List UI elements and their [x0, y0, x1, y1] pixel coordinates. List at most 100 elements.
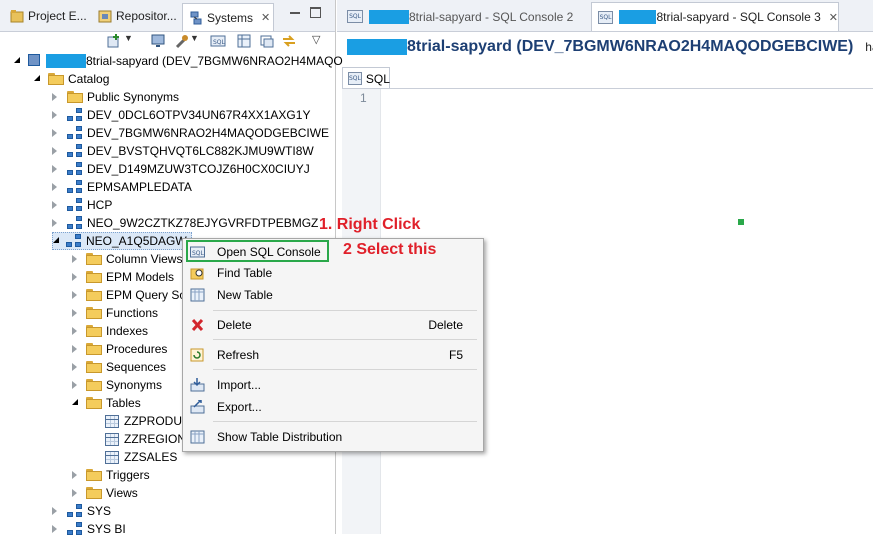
table-icon [105, 432, 119, 446]
tree-item-column-views[interactable]: Column Views [72, 250, 182, 268]
tab-systems[interactable]: Systems ✕ [182, 3, 274, 31]
menu-label: Delete [217, 318, 252, 332]
chevron-down-icon[interactable]: ▼ [124, 33, 136, 49]
tab-sql-console-3[interactable]: SQL 8trial-sapyard - SQL Console 3 ✕ [591, 2, 839, 31]
tree-item-schema[interactable]: NEO_9W2CZTKZ78EJYGVRFDTPEBMGZ [52, 214, 318, 232]
view-tab-bar: Project E... Repositor... Systems ✕ [0, 0, 335, 32]
minimize-icon[interactable] [290, 12, 300, 14]
chevron-down-icon[interactable]: ▼ [190, 33, 202, 49]
collapse-arrow-icon[interactable] [52, 165, 57, 173]
tree-item-triggers[interactable]: Triggers [72, 466, 150, 484]
tree-item-schema[interactable]: EPMSAMPLEDATA [52, 178, 192, 196]
menu-item-new-table[interactable]: New Table [183, 284, 483, 306]
collapse-arrow-icon[interactable] [72, 489, 77, 497]
menu-item-show-table-distribution[interactable]: Show Table Distribution [183, 426, 483, 448]
collapse-arrow-icon[interactable] [52, 147, 57, 155]
tree-item-epm-models[interactable]: EPM Models [72, 268, 174, 286]
tree-root-system[interactable]: 8trial-sapyard (DEV_7BGMW6NRAO2H4MAQO [14, 52, 343, 70]
expand-arrow-icon[interactable] [34, 75, 40, 81]
collapse-all-icon[interactable] [259, 33, 275, 49]
tree-item-views[interactable]: Views [72, 484, 138, 502]
tab-label: SQL [365, 71, 390, 86]
expand-arrow-icon[interactable] [72, 399, 78, 405]
tree-item-table[interactable]: ZZPRODUC [105, 412, 191, 430]
menu-item-export[interactable]: Export... [183, 396, 483, 418]
schema-icon [67, 216, 83, 230]
tree-label: Catalog [68, 72, 110, 86]
collapse-arrow-icon[interactable] [52, 525, 57, 533]
tree-item-catalog[interactable]: Catalog [34, 70, 109, 88]
collapse-arrow-icon[interactable] [72, 363, 77, 371]
tree-item-schema[interactable]: DEV_0DCL6OTPV34UN67R4XX1AXG1Y [52, 106, 310, 124]
collapse-arrow-icon[interactable] [52, 93, 57, 101]
tab-sql[interactable]: SQL SQL [342, 67, 390, 89]
sql-console-icon[interactable]: SQL [210, 33, 226, 49]
collapse-arrow-icon[interactable] [52, 507, 57, 515]
close-icon[interactable]: ✕ [261, 11, 270, 24]
tools-icon[interactable] [174, 33, 190, 49]
delete-icon [190, 318, 205, 332]
collapse-arrow-icon[interactable] [72, 291, 77, 299]
collapse-arrow-icon[interactable] [52, 183, 57, 191]
collapse-arrow-icon[interactable] [72, 273, 77, 281]
tab-label: 8trial-sapyard - SQL Console 2 [409, 9, 574, 24]
menu-item-delete[interactable]: Delete Delete [183, 314, 483, 336]
add-system-icon[interactable] [106, 33, 122, 49]
expand-arrow-icon[interactable] [14, 57, 20, 63]
tree-item-table[interactable]: ZZSALES [105, 448, 177, 466]
sql-console-icon: SQL [347, 10, 363, 23]
tree-item-functions[interactable]: Functions [72, 304, 158, 322]
collapse-arrow-icon[interactable] [72, 255, 77, 263]
tree-item-schema[interactable]: DEV_BVSTQHVQT6LC882KJMU9WTI8W [52, 142, 314, 160]
view-menu-icon[interactable]: ▽ [312, 33, 324, 49]
tab-project-explorer[interactable]: Project E... [4, 4, 88, 28]
tree-label: Public Synonyms [87, 90, 180, 104]
collapse-arrow-icon[interactable] [52, 129, 57, 137]
collapse-arrow-icon[interactable] [52, 219, 57, 227]
menu-item-find-table[interactable]: Find Table [183, 262, 483, 284]
collapse-arrow-icon[interactable] [72, 309, 77, 317]
tree-item-tables[interactable]: Tables [72, 394, 141, 412]
monitor-icon[interactable] [150, 33, 166, 49]
tree-item-sequences[interactable]: Sequences [72, 358, 166, 376]
tree-item-indexes[interactable]: Indexes [72, 322, 148, 340]
refresh-icon [190, 348, 205, 362]
tree-item-table[interactable]: ZZREGION [105, 430, 186, 448]
collapse-arrow-icon[interactable] [72, 345, 77, 353]
menu-label: Refresh [217, 348, 260, 362]
tree-item-procedures[interactable]: Procedures [72, 340, 167, 358]
maximize-icon[interactable] [310, 7, 321, 18]
expand-arrow-icon[interactable] [53, 237, 59, 243]
link-with-editor-icon[interactable] [281, 33, 297, 49]
menu-item-import[interactable]: Import... [183, 374, 483, 396]
tree-item-selected-schema[interactable]: NEO_A1Q5DAGW [52, 232, 192, 250]
collapse-arrow-icon[interactable] [52, 111, 57, 119]
tab-repositories[interactable]: Repositor... [92, 4, 180, 28]
tree-item-epm-query-sources[interactable]: EPM Query So [72, 286, 186, 304]
collapse-arrow-icon[interactable] [52, 201, 57, 209]
tree-item-schema[interactable]: SYS [52, 502, 111, 520]
menu-item-refresh[interactable]: Refresh F5 [183, 344, 483, 366]
menu-accelerator: Delete [428, 318, 463, 332]
tab-sql-console-2[interactable]: SQL 8trial-sapyard - SQL Console 2 [341, 5, 585, 28]
schema-icon [67, 162, 83, 176]
collapse-arrow-icon[interactable] [72, 471, 77, 479]
collapse-arrow-icon[interactable] [72, 381, 77, 389]
tree-label: HCP [87, 198, 113, 212]
close-icon[interactable]: ✕ [829, 11, 838, 24]
tree-item-synonyms[interactable]: Synonyms [72, 376, 162, 394]
menu-label: Find Table [217, 266, 273, 280]
menu-separator [213, 369, 477, 370]
tree-label: EPM Models [106, 270, 175, 284]
tree-item-public-synonyms[interactable]: Public Synonyms [52, 88, 179, 106]
tree-item-schema[interactable]: HCP [52, 196, 112, 214]
tree-item-schema[interactable]: DEV_7BGMW6NRAO2H4MAQODGEBCIWE [52, 124, 329, 142]
annotation-step1: 1. Right Click [319, 216, 421, 233]
folder-icon [86, 325, 102, 337]
tree-item-schema[interactable]: DEV_D149MZUW3TCOJZ6H0CX0CIUYJ [52, 160, 310, 178]
filter-icon[interactable] [236, 33, 252, 49]
tree-label: NEO_9W2CZTKZ78EJYGVRFDTPEBMGZ [87, 216, 319, 230]
tree-item-schema[interactable]: SYS BI [52, 520, 126, 538]
collapse-arrow-icon[interactable] [72, 327, 77, 335]
tree-label: ZZREGION [124, 432, 186, 446]
